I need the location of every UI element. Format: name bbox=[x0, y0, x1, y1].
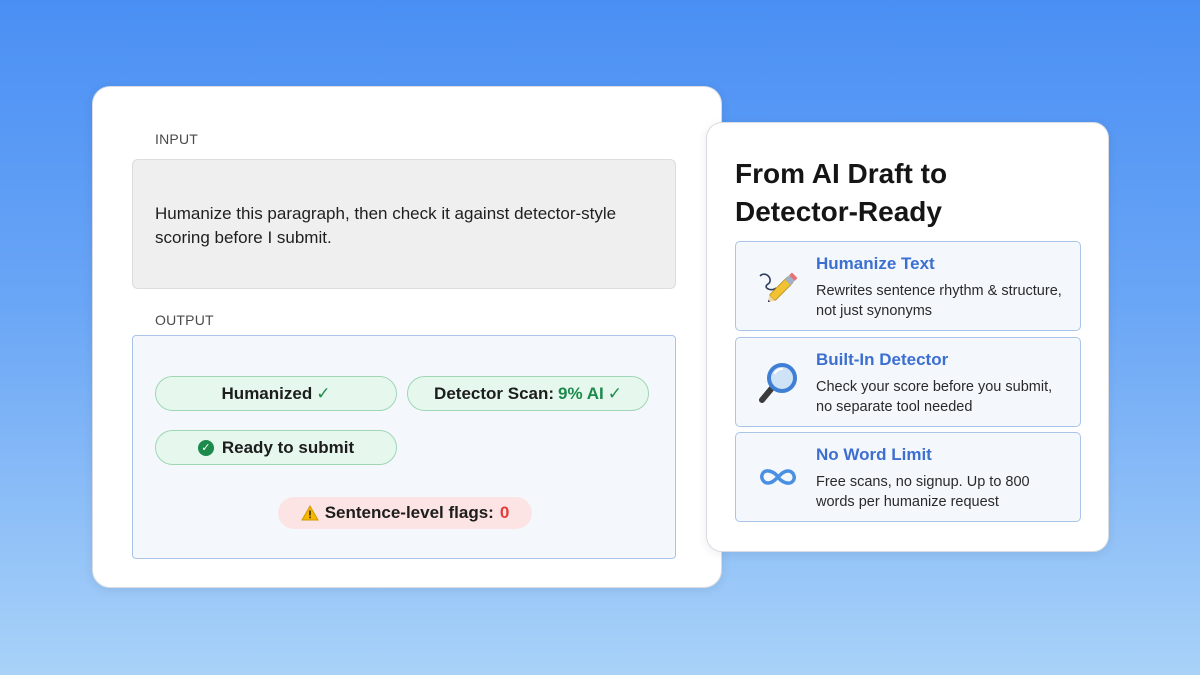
detector-scan-value: 9% AI bbox=[558, 383, 604, 403]
flags-count: 0 bbox=[499, 503, 510, 522]
feature-name: No Word Limit bbox=[816, 445, 932, 464]
output-label: OUTPUT bbox=[155, 312, 214, 328]
feature-description: Rewrites sentence rhythm & structure, no… bbox=[816, 283, 1062, 319]
features-card: From AI Draft to Detector-Ready Humanize… bbox=[706, 122, 1109, 552]
warning-icon bbox=[300, 505, 319, 521]
humanized-status-badge: Humanized ✓ bbox=[155, 376, 397, 411]
input-text: Humanize this paragraph, then check it a… bbox=[155, 204, 617, 247]
input-label: INPUT bbox=[155, 131, 198, 147]
feature-humanize-text: Humanize Text Rewrites sentence rhythm &… bbox=[735, 241, 1081, 331]
features-title: From AI Draft to Detector-Ready bbox=[735, 158, 948, 227]
feature-no-word-limit: No Word Limit Free scans, no signup. Up … bbox=[735, 432, 1081, 522]
flags-label: Sentence-level flags: bbox=[324, 503, 494, 522]
humanizer-card: INPUT Humanize this paragraph, then chec… bbox=[92, 86, 722, 588]
pen-icon bbox=[759, 272, 798, 303]
check-circle-icon: ✓ bbox=[197, 439, 214, 456]
ready-label: Ready to submit bbox=[221, 437, 355, 457]
feature-built-in-detector: Built-In Detector Check your score befor… bbox=[735, 337, 1081, 427]
ready-status-badge: ✓ Ready to submit bbox=[155, 430, 397, 465]
sentence-flags-badge: Sentence-level flags: 0 bbox=[278, 497, 532, 529]
feature-name: Built-In Detector bbox=[816, 350, 949, 369]
checkmark-icon: ✓ bbox=[607, 383, 622, 403]
humanized-label: Humanized bbox=[221, 383, 313, 403]
detector-scan-label: Detector Scan: bbox=[434, 383, 555, 403]
feature-description: Check your score before you submit, no s… bbox=[816, 379, 1053, 415]
checkmark-icon: ✓ bbox=[316, 383, 331, 403]
input-textbox[interactable]: Humanize this paragraph, then check it a… bbox=[132, 159, 676, 289]
detector-scan-badge: Detector Scan: 9% AI ✓ bbox=[407, 376, 649, 411]
output-panel: Humanized ✓ Detector Scan: 9% AI ✓ ✓ Rea… bbox=[132, 335, 676, 559]
infinity-icon bbox=[760, 469, 796, 485]
magnifier-icon bbox=[759, 363, 797, 403]
feature-description: Free scans, no signup. Up to 800 words p… bbox=[816, 474, 1030, 510]
feature-name: Humanize Text bbox=[816, 254, 935, 273]
